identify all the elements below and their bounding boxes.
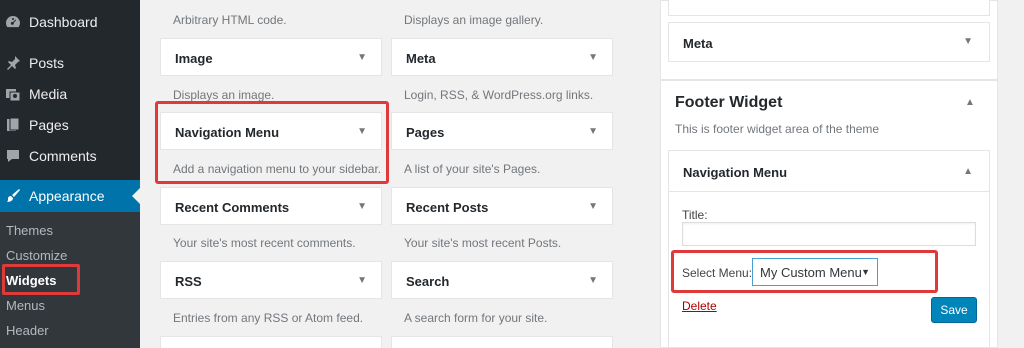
- widget-tile-search[interactable]: Search ▼: [391, 261, 613, 299]
- title-input[interactable]: [682, 222, 976, 246]
- menu-item-dashboard[interactable]: Dashboard: [0, 6, 140, 38]
- pages-icon: [5, 117, 21, 133]
- media-icon: [5, 86, 21, 102]
- placed-widget-meta[interactable]: Meta ▼: [668, 22, 990, 62]
- widget-description: Entries from any RSS or Atom feed.: [173, 311, 364, 325]
- widget-tile-pages[interactable]: Pages ▼: [391, 112, 613, 150]
- submenu-item-customize[interactable]: Customize: [6, 248, 67, 263]
- widget-description: Login, RSS, & WordPress.org links.: [404, 88, 594, 102]
- caret-down-icon[interactable]: ▼: [357, 201, 367, 212]
- widget-description: Displays an image gallery.: [404, 13, 544, 27]
- submenu-item-themes[interactable]: Themes: [6, 223, 53, 238]
- title-field-label: Title:: [682, 208, 708, 222]
- widget-title: Meta: [406, 51, 436, 66]
- caret-down-icon[interactable]: ▼: [588, 126, 598, 137]
- widget-title: Image: [175, 51, 213, 66]
- menu-label: Posts: [29, 55, 65, 71]
- widget-description: Your site's most recent Posts.: [404, 236, 562, 250]
- widget-title: RSS: [175, 274, 202, 289]
- menu-label: Comments: [29, 148, 97, 164]
- menu-item-comments[interactable]: Comments: [0, 140, 140, 172]
- menu-item-appearance[interactable]: Appearance: [0, 180, 140, 212]
- widget-tile-recent-posts[interactable]: Recent Posts ▼: [391, 187, 613, 225]
- save-button[interactable]: Save: [931, 297, 977, 323]
- widget-description: Displays an image.: [173, 88, 275, 102]
- caret-up-icon[interactable]: ▲: [963, 166, 973, 177]
- menu-item-media[interactable]: Media: [0, 78, 140, 110]
- widget-tile-rss[interactable]: RSS ▼: [160, 261, 382, 299]
- delete-link[interactable]: Delete: [682, 299, 717, 313]
- widget-tile-partial[interactable]: [391, 336, 613, 348]
- widget-partial[interactable]: [668, 0, 990, 16]
- submenu-item-menus[interactable]: Menus: [6, 298, 45, 313]
- menu-label: Dashboard: [29, 14, 98, 30]
- widget-tile-meta[interactable]: Meta ▼: [391, 38, 613, 76]
- widget-title: Meta: [683, 36, 713, 51]
- widget-title: Recent Comments: [175, 200, 290, 215]
- menu-label: Appearance: [29, 188, 105, 204]
- widget-tile-partial[interactable]: [160, 336, 382, 348]
- widget-title: Search: [406, 274, 450, 289]
- dashboard-icon: [5, 14, 21, 30]
- widgets-highlight-box: [2, 264, 80, 295]
- widget-description: A list of your site's Pages.: [404, 162, 541, 176]
- comment-icon: [5, 148, 21, 164]
- caret-down-icon[interactable]: ▼: [357, 52, 367, 63]
- menu-label: Pages: [29, 117, 69, 133]
- widget-tile-recent-comments[interactable]: Recent Comments ▼: [160, 187, 382, 225]
- menu-item-pages[interactable]: Pages: [0, 109, 140, 141]
- widget-tile-image[interactable]: Image ▼: [160, 38, 382, 76]
- caret-down-icon[interactable]: ▼: [963, 36, 973, 47]
- widget-title: Pages: [406, 125, 445, 140]
- caret-down-icon[interactable]: ▼: [588, 275, 598, 286]
- widget-description: Arbitrary HTML code.: [173, 13, 287, 27]
- widget-description: A search form for your site.: [404, 311, 548, 325]
- widget-description: Your site's most recent comments.: [173, 236, 356, 250]
- widget-area-description: This is footer widget area of the theme: [675, 122, 880, 136]
- caret-down-icon[interactable]: ▼: [588, 201, 598, 212]
- submenu-item-header[interactable]: Header: [6, 323, 49, 338]
- navigation-menu-highlight-box: [155, 101, 389, 184]
- caret-down-icon[interactable]: ▼: [357, 275, 367, 286]
- navigation-menu-widget-header[interactable]: Navigation Menu ▲: [668, 150, 990, 192]
- widget-area-title[interactable]: Footer Widget: [675, 94, 782, 112]
- caret-up-icon[interactable]: ▲: [965, 97, 975, 108]
- widget-title: Navigation Menu: [683, 165, 788, 180]
- caret-down-icon[interactable]: ▼: [588, 52, 598, 63]
- menu-item-posts[interactable]: Posts: [0, 47, 140, 79]
- pin-icon: [5, 55, 21, 71]
- select-menu-highlight-box: [671, 250, 938, 293]
- widget-title: Recent Posts: [406, 200, 489, 215]
- menu-label: Media: [29, 86, 68, 102]
- paintbrush-icon: [5, 188, 21, 204]
